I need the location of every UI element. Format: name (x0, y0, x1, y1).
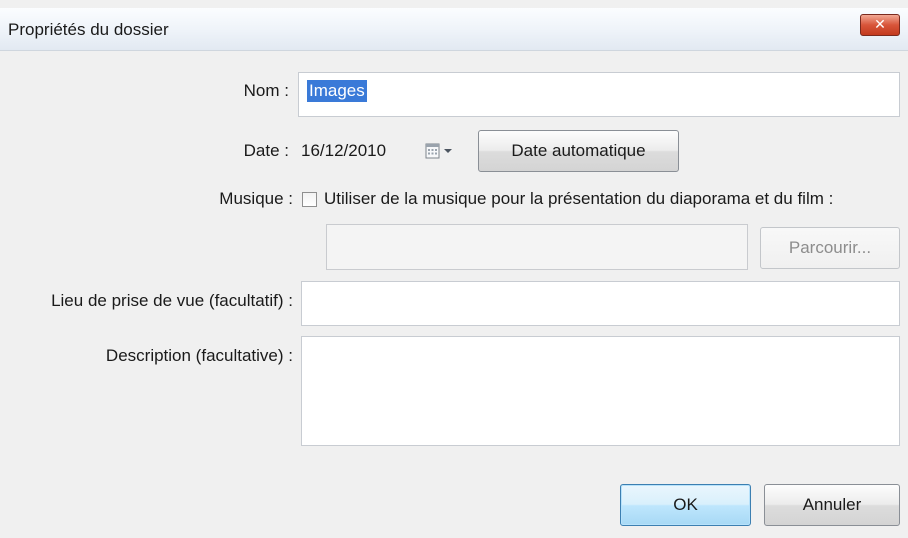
folder-properties-dialog: Propriétés du dossier ✕ Nom : Images Dat… (0, 0, 908, 538)
title-bar[interactable]: Propriétés du dossier ✕ (0, 8, 908, 51)
date-picker-value[interactable]: 16/12/2010 (301, 141, 386, 161)
description-label: Description (facultative) : (105, 346, 293, 365)
music-checkbox-label[interactable]: Utiliser de la musique pour la présentat… (324, 189, 833, 209)
close-button[interactable]: ✕ (860, 14, 900, 36)
music-checkbox[interactable] (302, 192, 317, 207)
music-label: Musique : (219, 189, 293, 208)
location-field[interactable] (301, 281, 900, 326)
name-field[interactable]: Images (298, 72, 900, 117)
window-title: Propriétés du dossier (8, 20, 169, 39)
auto-date-button[interactable]: Date automatique (478, 130, 679, 172)
location-label: Lieu de prise de vue (facultatif) : (51, 291, 293, 310)
name-label: Nom : (243, 81, 289, 100)
description-field[interactable] (301, 336, 900, 446)
music-path-field[interactable] (326, 224, 748, 270)
close-icon: ✕ (874, 17, 886, 33)
browse-button[interactable]: Parcourir... (760, 227, 900, 269)
cancel-button[interactable]: Annuler (764, 484, 900, 526)
calendar-icon[interactable] (424, 141, 456, 161)
ok-button[interactable]: OK (620, 484, 751, 526)
date-label: Date : (243, 141, 289, 160)
name-field-value: Images (307, 80, 367, 102)
